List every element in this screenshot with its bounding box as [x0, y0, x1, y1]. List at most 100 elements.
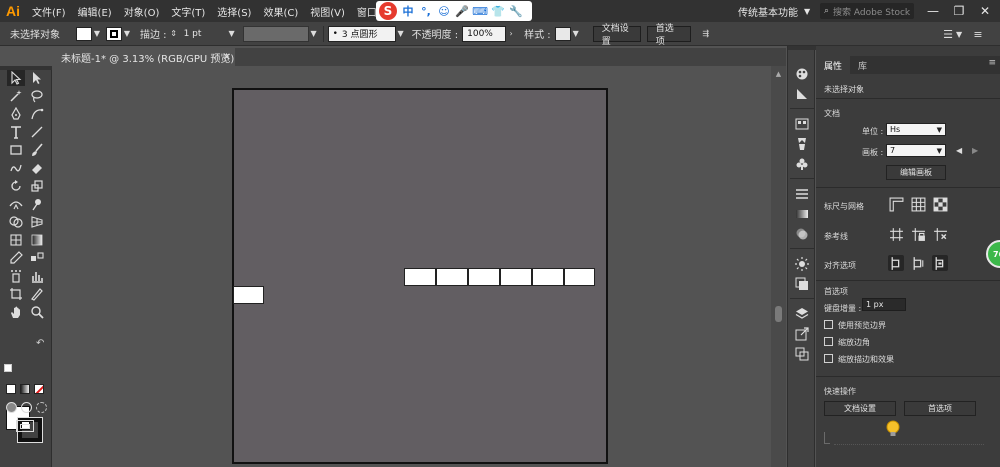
stroke-weight-field[interactable]: 1 pt — [178, 25, 227, 42]
mesh-tool-icon[interactable] — [7, 232, 25, 248]
line-tool-icon[interactable] — [28, 124, 46, 140]
selection-tool-icon[interactable] — [7, 70, 25, 86]
menu-object[interactable]: 对象(O) — [118, 4, 166, 19]
chevron-down-icon[interactable]: ▼ — [396, 27, 406, 41]
panel-menu-icon[interactable]: ≡ — [988, 58, 996, 68]
draw-behind-icon[interactable] — [21, 402, 32, 413]
scale-corners-checkbox[interactable] — [824, 337, 833, 346]
color-panel-icon[interactable] — [794, 66, 810, 82]
chevron-down-icon[interactable]: ▼ — [571, 27, 581, 41]
artboards-panel-icon[interactable] — [794, 346, 810, 362]
align-to-selection-icon[interactable] — [932, 255, 948, 271]
menu-edit[interactable]: 编辑(E) — [72, 4, 118, 19]
swatches-icon[interactable] — [794, 116, 810, 132]
direct-selection-tool-icon[interactable] — [28, 70, 46, 86]
lasso-tool-icon[interactable] — [28, 88, 46, 104]
stock-search-input[interactable]: ⌕ 搜索 Adobe Stock — [820, 3, 914, 19]
stroke-panel-icon[interactable] — [794, 186, 810, 202]
artboard-thumbnail[interactable] — [233, 286, 264, 304]
punctuation-icon[interactable]: °, — [419, 4, 433, 18]
graphic-styles-icon[interactable] — [794, 276, 810, 292]
magic-wand-tool-icon[interactable] — [7, 88, 25, 104]
artboard-thumbnail[interactable] — [468, 268, 500, 286]
artboard-thumbnail[interactable] — [564, 268, 595, 286]
restore-button[interactable]: ❐ — [946, 0, 972, 22]
artboard-thumbnail[interactable] — [404, 268, 436, 286]
symbols-icon[interactable] — [794, 156, 810, 172]
puppet-warp-tool-icon[interactable] — [28, 196, 46, 212]
unit-select[interactable]: Hs ▼ — [886, 123, 946, 136]
transparency-grid-icon[interactable] — [932, 196, 948, 212]
preview-bounds-checkbox[interactable] — [824, 320, 833, 329]
chevron-down-icon[interactable]: ▼ — [122, 27, 132, 41]
stroke-swatch[interactable] — [106, 26, 122, 41]
pen-tool-icon[interactable] — [7, 106, 25, 122]
smart-guides-icon[interactable] — [932, 226, 948, 242]
grid-icon[interactable] — [910, 196, 926, 212]
menu-effect[interactable]: 效果(C) — [257, 4, 304, 19]
draw-inside-icon[interactable] — [36, 402, 47, 413]
variable-width-profile[interactable] — [242, 25, 309, 42]
eyedropper-tool-icon[interactable] — [7, 250, 25, 266]
chinese-mode-icon[interactable]: 中 — [401, 4, 415, 18]
panel-resize-handle[interactable] — [824, 432, 830, 444]
artboard-thumbnail[interactable] — [436, 268, 468, 286]
brushes-icon[interactable] — [794, 136, 810, 152]
rectangle-tool-icon[interactable] — [7, 142, 25, 158]
microphone-icon[interactable]: 🎤 — [455, 4, 469, 18]
width-tool-icon[interactable] — [7, 196, 25, 212]
scale-tool-icon[interactable] — [28, 178, 46, 194]
screen-mode-icon[interactable] — [16, 420, 34, 432]
scroll-up-icon[interactable]: ▲ — [773, 70, 784, 81]
emoji-icon[interactable]: ☺ — [437, 4, 451, 18]
rotate-tool-icon[interactable] — [7, 178, 25, 194]
scale-strokes-checkbox[interactable] — [824, 354, 833, 363]
default-colors-icon[interactable] — [4, 364, 12, 372]
color-mode-icon[interactable] — [6, 384, 16, 394]
arrange-icon[interactable]: ⇶ — [699, 27, 713, 41]
stepper-icon[interactable]: ⇕ — [169, 27, 179, 41]
align-panel-icon[interactable]: ☰ — [940, 26, 956, 42]
draw-normal-icon[interactable] — [6, 402, 17, 413]
gradient-tool-icon[interactable] — [28, 232, 46, 248]
keyboard-icon[interactable]: ⌨ — [472, 4, 488, 18]
menu-select[interactable]: 选择(S) — [211, 4, 257, 19]
blend-tool-icon[interactable] — [28, 250, 46, 266]
workspace-switcher[interactable]: 传统基本功能 ▼ — [738, 0, 810, 22]
color-guide-icon[interactable] — [794, 86, 810, 102]
align-to-artboard-icon[interactable] — [910, 255, 926, 271]
close-icon[interactable]: ✕ — [223, 52, 231, 63]
perspective-grid-tool-icon[interactable] — [28, 214, 46, 230]
curvature-tool-icon[interactable] — [28, 106, 46, 122]
menu-view[interactable]: 视图(V) — [304, 4, 351, 19]
gradient-panel-icon[interactable] — [794, 206, 810, 222]
lock-guides-icon[interactable] — [910, 226, 926, 242]
fill-swatch[interactable] — [76, 26, 92, 41]
artboard-thumbnail[interactable] — [532, 268, 564, 286]
shape-builder-tool-icon[interactable] — [7, 214, 25, 230]
eraser-tool-icon[interactable] — [28, 160, 46, 176]
tab-properties[interactable]: 属性 — [816, 56, 851, 74]
chevron-down-icon[interactable]: ▼ — [956, 26, 966, 42]
scrollbar-thumb[interactable] — [775, 306, 782, 322]
menu-file[interactable]: 文件(F) — [26, 4, 72, 19]
opacity-field[interactable]: 100% — [462, 25, 507, 42]
brush-definition[interactable]: • 3 点圆形 — [327, 25, 396, 42]
chevron-down-icon[interactable]: ▼ — [309, 27, 319, 41]
vertical-scrollbar[interactable]: ▲ — [771, 66, 786, 467]
guides-icon[interactable] — [888, 226, 904, 242]
panel-menu-icon[interactable]: ≡ — [970, 26, 986, 42]
chevron-down-icon[interactable]: ▼ — [227, 27, 237, 41]
edit-artboards-button[interactable]: 编辑画板 — [886, 165, 946, 180]
close-button[interactable]: ✕ — [972, 0, 998, 22]
panel-grip[interactable] — [788, 46, 816, 50]
appearance-icon[interactable] — [794, 256, 810, 272]
skin-icon[interactable]: 👕 — [491, 4, 505, 18]
previous-artboard-icon[interactable]: ◀ — [956, 146, 962, 155]
sogou-logo-icon[interactable]: S — [379, 2, 397, 20]
shaper-tool-icon[interactable] — [7, 160, 25, 176]
artboard-tool-icon[interactable] — [7, 286, 25, 302]
minimize-button[interactable]: — — [920, 0, 946, 22]
layers-icon[interactable] — [794, 306, 810, 322]
symbol-sprayer-tool-icon[interactable] — [7, 268, 25, 284]
